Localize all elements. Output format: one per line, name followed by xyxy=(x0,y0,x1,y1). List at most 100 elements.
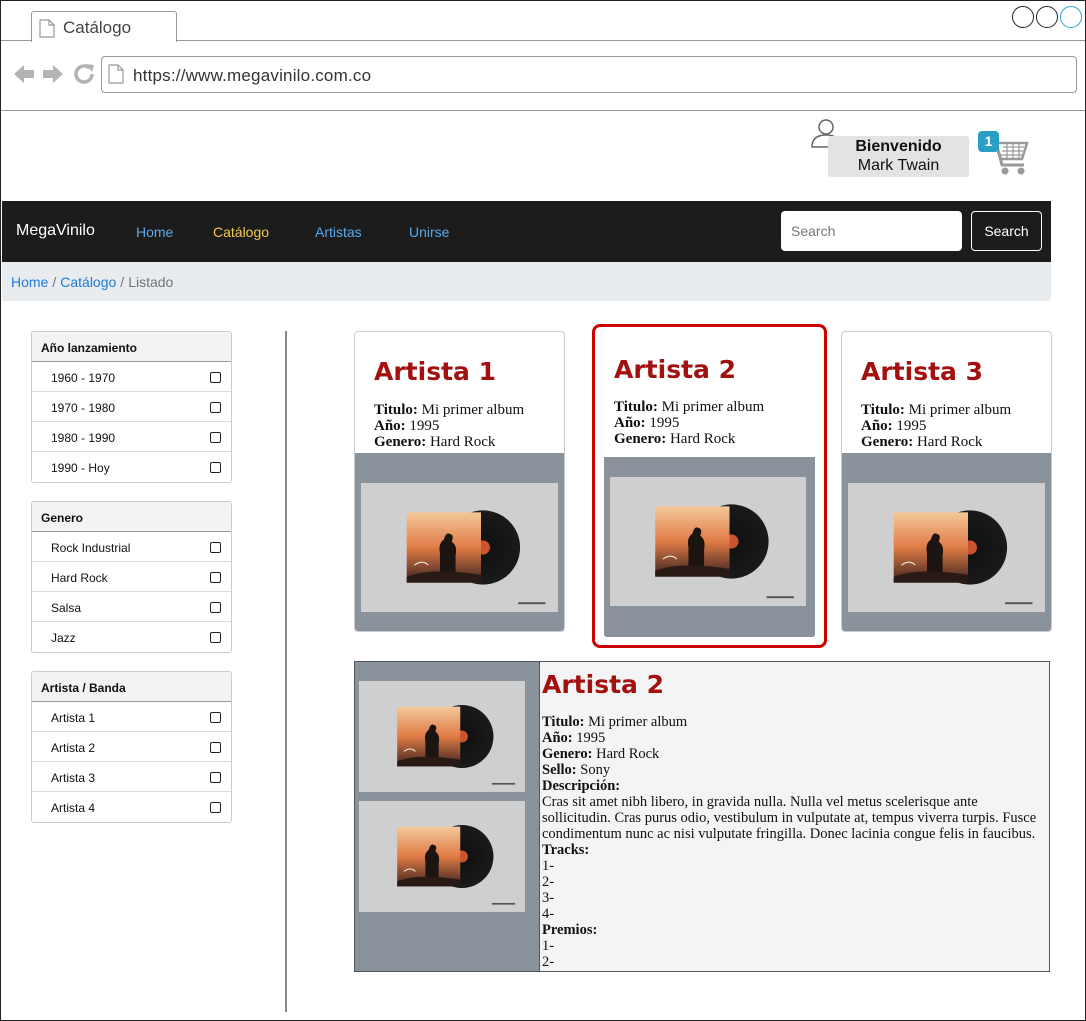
checkbox[interactable] xyxy=(210,372,221,383)
detail-artist: Artista 2 xyxy=(542,670,664,699)
checkbox[interactable] xyxy=(210,542,221,553)
nav-link-artistas[interactable]: Artistas xyxy=(315,224,362,240)
nav-link-unirse[interactable]: Unirse xyxy=(409,224,449,240)
label: Titulo: xyxy=(614,399,658,415)
forward-arrow-icon[interactable] xyxy=(41,62,65,91)
checkbox[interactable] xyxy=(210,402,221,413)
filter-option-label: 1980 - 1990 xyxy=(51,431,116,445)
checkbox[interactable] xyxy=(210,572,221,583)
album-image xyxy=(361,483,558,612)
detail-description: Cras sit amet nibh libero, in gravida nu… xyxy=(542,794,1037,842)
filter-option-label: Artista 3 xyxy=(51,771,96,785)
detail-info: Titulo: Mi primer album Año: 1995 Genero… xyxy=(542,714,1049,970)
label: Genero: xyxy=(861,434,914,450)
card-title: Mi primer album xyxy=(908,402,1012,418)
search-button[interactable]: Search xyxy=(971,211,1042,251)
checkbox[interactable] xyxy=(210,432,221,443)
cart-count-badge: 1 xyxy=(978,131,999,152)
filter-option[interactable]: Salsa xyxy=(32,592,231,622)
filter-option[interactable]: Jazz xyxy=(32,622,231,652)
filter-option[interactable]: Artista 4 xyxy=(32,792,231,822)
filter-option-label: Salsa xyxy=(51,601,82,615)
label: Premios: xyxy=(542,922,598,938)
checkbox[interactable] xyxy=(210,772,221,783)
card-genre: Hard Rock xyxy=(669,431,736,447)
filter-genre: Genero Rock Industrial Hard Rock Salsa J… xyxy=(31,501,232,653)
card-artist: Artista 1 xyxy=(374,357,496,386)
card-image-area xyxy=(604,457,815,637)
browser-tab[interactable]: Catálogo xyxy=(31,11,177,42)
breadcrumb-catalogo[interactable]: Catálogo xyxy=(60,274,116,290)
label: Descripción: xyxy=(542,778,621,794)
checkbox[interactable] xyxy=(210,712,221,723)
checkbox[interactable] xyxy=(210,742,221,753)
url-field[interactable]: https://www.megavinilo.com.co xyxy=(101,56,1077,93)
filter-option[interactable]: Artista 3 xyxy=(32,762,231,792)
label: Tracks: xyxy=(542,842,590,858)
card-title: Mi primer album xyxy=(661,399,765,415)
filter-title: Artista / Banda xyxy=(32,672,231,702)
product-card[interactable]: Artista 1 Titulo: Mi primer album Año: 1… xyxy=(354,331,565,632)
page-icon xyxy=(39,19,55,43)
checkbox[interactable] xyxy=(210,462,221,473)
card-info: Titulo: Mi primer album Año: 1995 Genero… xyxy=(374,402,524,450)
search-input[interactable] xyxy=(781,211,962,251)
nav-link-home[interactable]: Home xyxy=(136,224,173,240)
filter-option[interactable]: 1960 - 1970 xyxy=(32,362,231,392)
award-item: 2- xyxy=(542,954,555,970)
filter-year: Año lanzamiento 1960 - 1970 1970 - 1980 … xyxy=(31,331,232,483)
breadcrumb: Home / Catálogo / Listado xyxy=(2,262,1051,301)
card-year: 1995 xyxy=(649,415,680,431)
label: Sello: xyxy=(542,762,577,778)
checkbox[interactable] xyxy=(210,602,221,613)
filter-option-label: Rock Industrial xyxy=(51,541,131,555)
detail-label: Sony xyxy=(580,762,611,778)
tab-title: Catálogo xyxy=(63,18,132,37)
label: Año: xyxy=(614,415,646,431)
filter-option[interactable]: 1970 - 1980 xyxy=(32,392,231,422)
card-image-area xyxy=(842,453,1051,631)
main-navbar: MegaVinilo Home Catálogo Artistas Unirse… xyxy=(2,201,1051,262)
filter-option[interactable]: Artista 1 xyxy=(32,702,231,732)
product-card[interactable]: Artista 3 Titulo: Mi primer album Año: 1… xyxy=(841,331,1052,632)
filter-option[interactable]: Hard Rock xyxy=(32,562,231,592)
detail-year: 1995 xyxy=(576,730,606,746)
card-year: 1995 xyxy=(409,418,440,434)
back-arrow-icon[interactable] xyxy=(12,62,36,91)
card-year: 1995 xyxy=(896,418,927,434)
award-item: 1- xyxy=(542,938,555,954)
label: Titulo: xyxy=(374,402,418,418)
label: Genero: xyxy=(374,434,427,450)
album-image[interactable] xyxy=(359,681,525,792)
label: Año: xyxy=(861,418,893,434)
window-button-icon[interactable] xyxy=(1060,6,1082,28)
welcome-greeting: Bienvenido xyxy=(855,138,942,155)
label: Titulo: xyxy=(861,402,905,418)
filter-option[interactable]: 1980 - 1990 xyxy=(32,422,231,452)
product-card-selected[interactable]: Artista 2 Titulo: Mi primer album Año: 1… xyxy=(592,324,827,648)
filter-title: Genero xyxy=(32,502,231,532)
album-image[interactable] xyxy=(359,801,525,912)
checkbox[interactable] xyxy=(210,802,221,813)
brand-logo[interactable]: MegaVinilo xyxy=(16,222,95,240)
nav-link-catalogo[interactable]: Catálogo xyxy=(213,224,269,240)
checkbox[interactable] xyxy=(210,632,221,643)
filter-option-label: Artista 4 xyxy=(51,801,96,815)
detail-panel: Artista 2 Titulo: Mi primer album Año: 1… xyxy=(354,661,1050,972)
filter-option[interactable]: 1990 - Hoy xyxy=(32,452,231,482)
filter-option[interactable]: Artista 2 xyxy=(32,732,231,762)
breadcrumb-home[interactable]: Home xyxy=(11,274,48,290)
detail-genre: Hard Rock xyxy=(596,746,660,762)
card-genre: Hard Rock xyxy=(429,434,496,450)
filter-option[interactable]: Rock Industrial xyxy=(32,532,231,562)
detail-content: Artista 2 Titulo: Mi primer album Año: 1… xyxy=(541,662,1049,970)
window-button-icon[interactable] xyxy=(1012,6,1034,28)
track-item: 3- xyxy=(542,890,555,906)
window-button-icon[interactable] xyxy=(1036,6,1058,28)
filter-artist: Artista / Banda Artista 1 Artista 2 Arti… xyxy=(31,671,232,823)
reload-icon[interactable] xyxy=(72,62,96,91)
label: Año: xyxy=(374,418,406,434)
filter-option-label: Hard Rock xyxy=(51,571,108,585)
card-info: Titulo: Mi primer album Año: 1995 Genero… xyxy=(614,399,764,447)
filter-option-label: Artista 1 xyxy=(51,711,96,725)
